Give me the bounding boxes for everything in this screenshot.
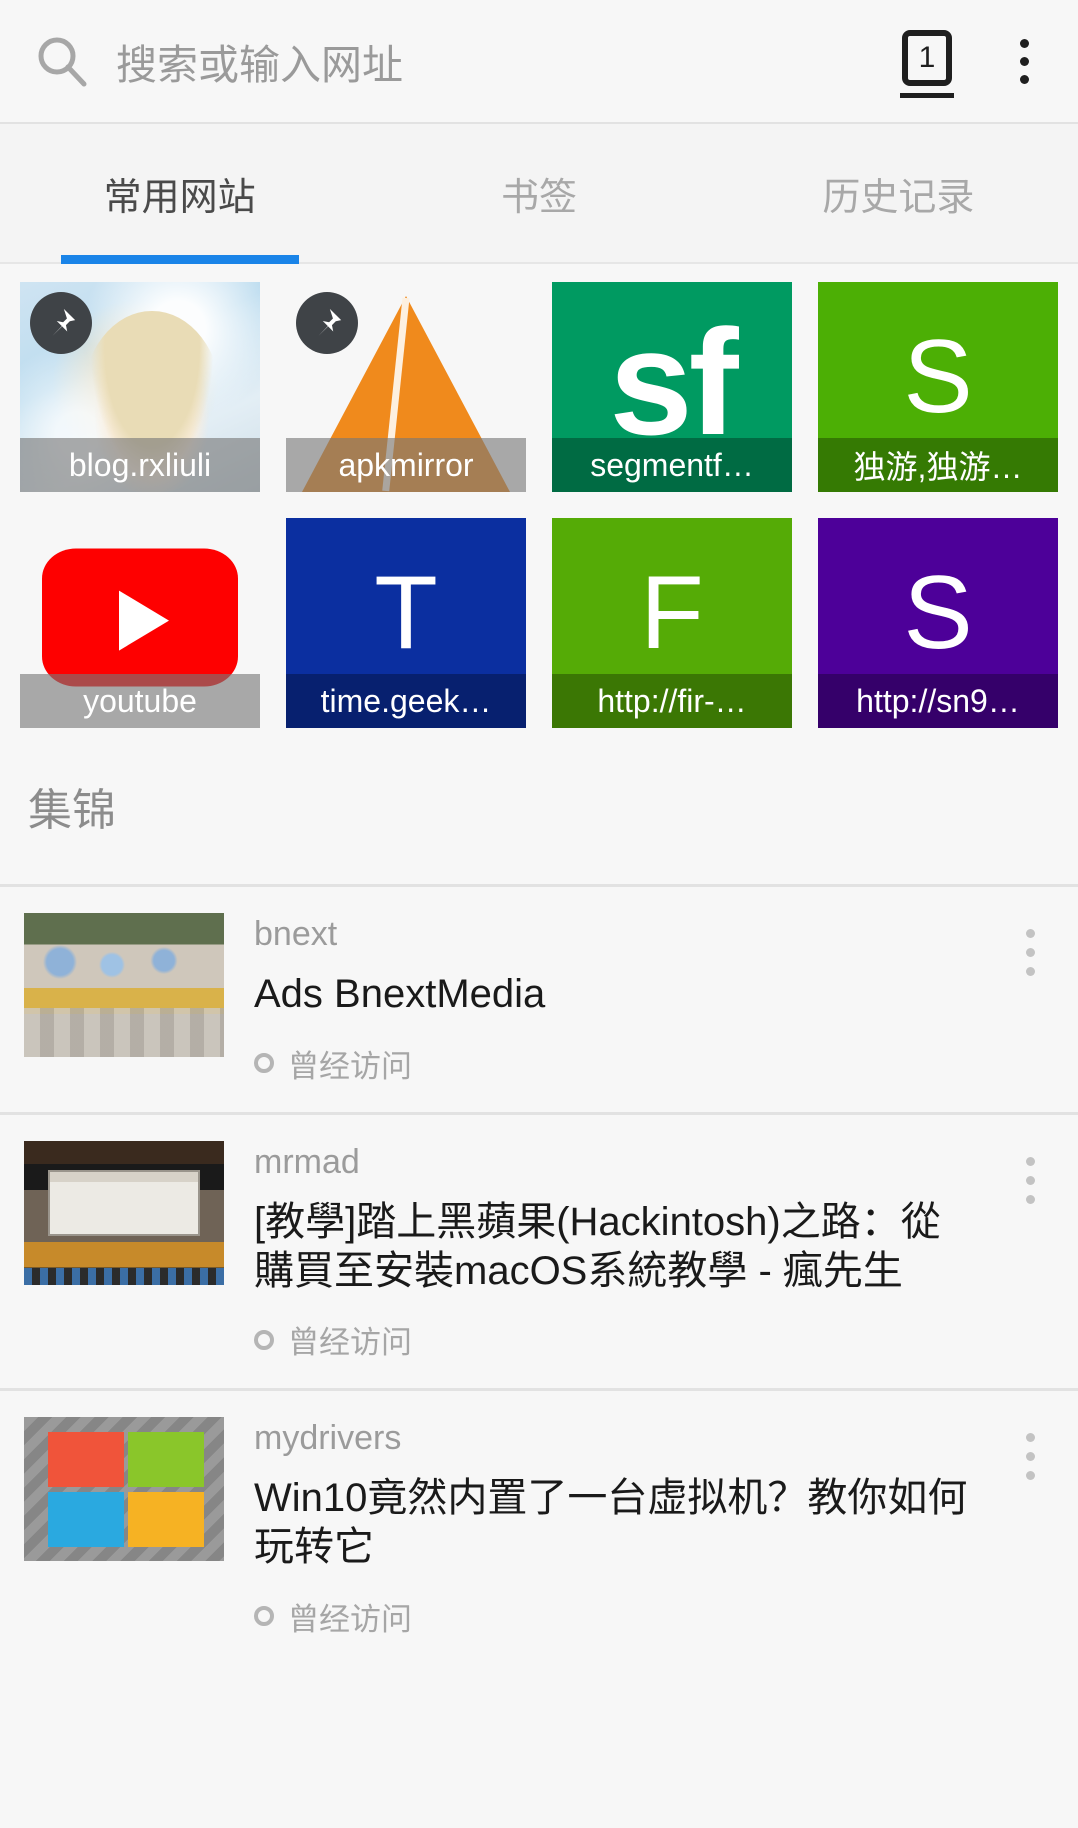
tab-label: 常用网站 [103, 176, 256, 219]
tabbar: 常用网站 书签 历史记录 [0, 124, 1078, 264]
article-body: mrmad [教學]踏上黑蘋果(Hackintosh)之路：從購買至安裝macO… [254, 1141, 974, 1363]
tile-label: apkmirror [286, 438, 526, 492]
article-title[interactable]: Ads BnextMedia [254, 970, 974, 1019]
article-meta-label: 曾经访问 [288, 1325, 412, 1361]
article-meta: 曾经访问 [254, 1317, 974, 1362]
article-meta: 曾经访问 [254, 1594, 974, 1639]
article-source: bnext [254, 915, 338, 953]
tab-counter-button[interactable]: 1 [894, 28, 960, 98]
article-thumbnail [24, 913, 224, 1057]
menu-dot [1025, 948, 1035, 957]
article-source: mydrivers [254, 1419, 402, 1458]
search-icon [34, 33, 90, 89]
tile-blog-rxliuli[interactable]: blog.rxliuli [20, 282, 260, 492]
tab-count-label: 1 [918, 41, 936, 74]
section-title: 集锦 [0, 728, 1078, 884]
menu-dot [1025, 1433, 1035, 1443]
pin-icon[interactable] [30, 292, 92, 354]
tile-youtube[interactable]: youtube [20, 518, 260, 728]
tab-frequent-sites[interactable]: 常用网站 [0, 124, 359, 262]
tab-label: 书签 [500, 176, 577, 219]
tile-label: http://fir-… [552, 674, 792, 728]
article-more-button[interactable] [1004, 1141, 1056, 1204]
clock-icon [254, 1606, 274, 1627]
menu-dot [1025, 967, 1035, 976]
tile-fir[interactable]: F http://fir-… [552, 518, 792, 728]
tab-label: 历史记录 [822, 176, 975, 219]
tab-history[interactable]: 历史记录 [719, 124, 1078, 262]
search-input[interactable]: 搜索或输入网址 [90, 31, 894, 91]
tile-sn9[interactable]: S http://sn9… [818, 518, 1058, 728]
menu-dot [1025, 1194, 1035, 1204]
article-body: mydrivers Win10竟然内置了一台虚拟机？教你如何玩转它 曾经访问 [254, 1417, 974, 1639]
speed-dial-grid: blog.rxliuli apkmirror sf segmentf… S 独游… [0, 264, 1078, 728]
tab-counter-base [900, 93, 954, 98]
article-more-button[interactable] [1004, 1417, 1056, 1481]
article-meta-label: 曾经访问 [288, 1601, 412, 1637]
article-meta: 曾经访问 [254, 1041, 974, 1086]
menu-dot [1025, 1175, 1035, 1185]
tile-label: time.geek… [286, 674, 526, 728]
tile-apkmirror[interactable]: apkmirror [286, 282, 526, 492]
tile-segmentfault[interactable]: sf segmentf… [552, 282, 792, 492]
tile-label: 独游,独游… [818, 438, 1058, 492]
list-item[interactable]: bnext Ads BnextMedia 曾经访问 [0, 884, 1078, 1112]
article-list: bnext Ads BnextMedia 曾经访问 mrmad [教學]踏上黑蘋… [0, 884, 1078, 1665]
article-thumbnail [24, 1140, 224, 1285]
article-more-button[interactable] [1004, 913, 1056, 976]
tile-duyou[interactable]: S 独游,独游… [818, 282, 1058, 492]
menu-dot [1019, 74, 1029, 84]
article-title[interactable]: Win10竟然内置了一台虚拟机？教你如何玩转它 [254, 1474, 974, 1572]
clock-icon [254, 1329, 274, 1350]
article-thumbnail [24, 1417, 224, 1562]
menu-dot [1025, 929, 1035, 938]
omnibar: 搜索或输入网址 1 [0, 0, 1078, 124]
tile-label: blog.rxliuli [20, 438, 260, 492]
tile-time-geek[interactable]: T time.geek… [286, 518, 526, 728]
article-meta-label: 曾经访问 [288, 1048, 412, 1084]
tile-label: youtube [20, 674, 260, 728]
overflow-menu-icon[interactable] [996, 28, 1052, 94]
list-item[interactable]: mydrivers Win10竟然内置了一台虚拟机？教你如何玩转它 曾经访问 [0, 1388, 1078, 1665]
menu-dot [1025, 1452, 1035, 1462]
menu-dot [1019, 56, 1029, 66]
article-body: bnext Ads BnextMedia 曾经访问 [254, 913, 974, 1086]
list-item[interactable]: mrmad [教學]踏上黑蘋果(Hackintosh)之路：從購買至安裝macO… [0, 1111, 1078, 1389]
tab-bookmarks[interactable]: 书签 [359, 124, 718, 262]
clock-icon [254, 1053, 274, 1074]
menu-dot [1025, 1156, 1035, 1166]
article-source: mrmad [254, 1142, 360, 1181]
menu-dot [1025, 1471, 1035, 1481]
tile-label: segmentf… [552, 438, 792, 492]
tile-label: http://sn9… [818, 674, 1058, 728]
article-title[interactable]: [教學]踏上黑蘋果(Hackintosh)之路：從購買至安裝macOS系統教學 … [254, 1198, 974, 1296]
pin-icon[interactable] [296, 292, 358, 354]
menu-dot [1019, 38, 1029, 48]
